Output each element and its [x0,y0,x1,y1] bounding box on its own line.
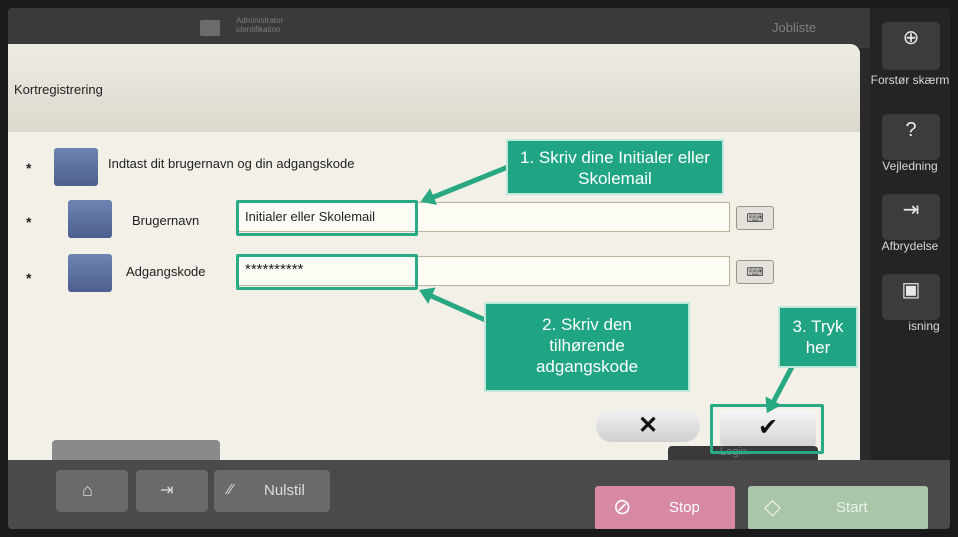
logout-icon: ⇥ [160,482,174,499]
side-panel: ⊕ Forstør skærm ? Vejledning ⇥ Afbrydels… [870,8,950,529]
stop-icon: ⊘ [613,494,632,519]
stop-label: Stop [669,499,700,516]
username-label: Brugernavn [132,213,200,228]
interrupt-label: Afbrydelse [881,239,939,253]
password-label: Adgangskode [126,264,206,279]
start-label: Start [836,499,868,516]
stop-button[interactable]: ⊘ Stop [595,486,735,529]
reset-label: Nulstil [264,482,305,499]
zoom-label: Forstør skærm [870,73,950,87]
jobliste-tab[interactable]: Jobliste [772,20,816,35]
admin-icon [200,20,220,36]
dialog-title: Kortregistrering [14,82,103,97]
keyboard-icon[interactable]: ⌨ [736,260,774,284]
guide-button[interactable]: ? [882,114,940,160]
help-icon: ? [905,119,917,141]
card-reader-icon [54,148,98,186]
reset-icon: ⁄⁄ [228,481,234,498]
home-icon: ⌂ [82,480,93,500]
cancel-button[interactable]: ✕ [596,410,700,442]
interrupt-icon: ⇥ [902,199,920,221]
password-highlight [236,254,418,290]
guide-label: Vejledning [882,159,938,173]
device-screen: Administrator identifikation Jobliste ⊕ … [8,8,950,529]
close-icon: ✕ [637,412,659,439]
preview-label: isning [908,319,940,333]
preview-button[interactable]: ▣ [882,274,940,320]
admin-line1: Administrator [236,16,284,25]
user-icon [68,254,112,292]
required-marker: * [26,214,32,230]
interrupt-button[interactable]: ⇥ [882,194,940,240]
username-highlight [236,200,418,236]
callout-step-1: 1. Skriv dine Initialer eller Skolemail [506,139,724,195]
start-button[interactable]: ◇ Start [748,486,928,529]
reset-button[interactable]: ⁄⁄ Nulstil [214,470,330,512]
admin-identification: Administrator identifikation [236,16,336,34]
instruction-text: Indtast dit brugernavn og din adgangskod… [108,156,355,171]
top-bar: Administrator identifikation Jobliste [8,8,870,48]
user-icon [68,200,112,238]
admin-line2: identifikation [236,25,281,34]
card-registration-dialog: Kortregistrering * Indtast dit brugernav… [8,44,860,464]
start-icon: ◇ [764,494,781,519]
preview-icon: ▣ [901,279,921,301]
zoom-icon: ⊕ [902,27,920,49]
logout-button[interactable]: ⇥ [136,470,208,512]
zoom-button[interactable]: ⊕ [882,22,940,70]
required-marker: * [26,160,32,176]
keyboard-icon[interactable]: ⌨ [736,206,774,230]
callout-step-2: 2. Skriv den tilhørende adgangskode [484,302,690,392]
home-button[interactable]: ⌂ [56,470,128,512]
callout-step-3: 3. Tryk her [778,306,858,368]
dialog-header: Kortregistrering [8,44,860,132]
required-marker: * [26,270,32,286]
